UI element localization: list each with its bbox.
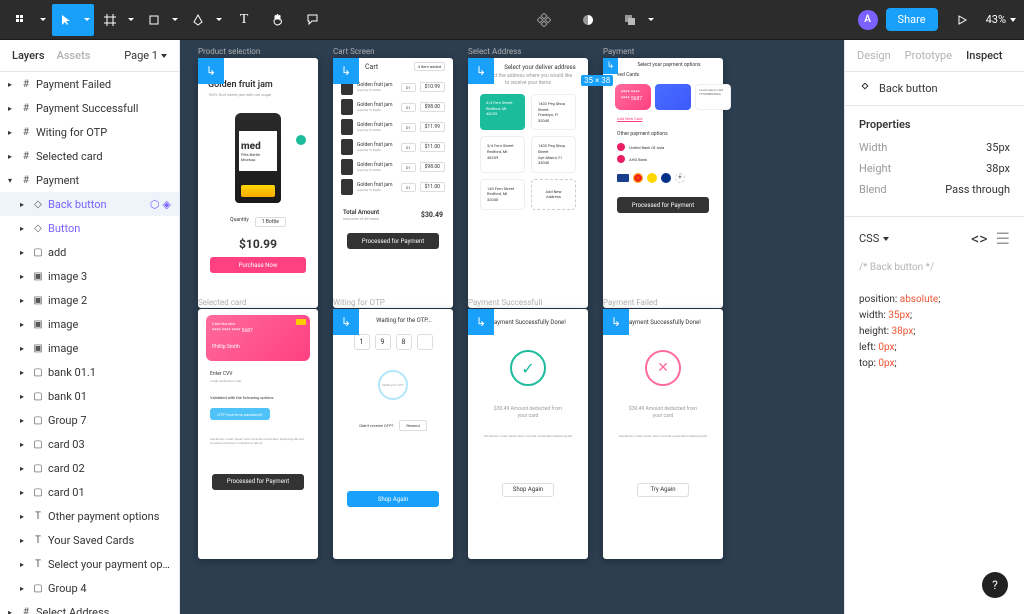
shop-button[interactable]: Shop Again	[347, 491, 439, 507]
user-avatar[interactable]: A	[858, 10, 878, 30]
layer-row[interactable]: ▸#Witing for OTP	[0, 120, 179, 144]
frame-product[interactable]: ↳ Golden fruit jam 100% fruit sweet jam …	[198, 58, 318, 308]
boolean-icon[interactable]	[616, 4, 658, 36]
payment-button[interactable]: Processed for Payment	[347, 233, 439, 249]
layer-row[interactable]: ▸▢card 02	[0, 456, 179, 480]
shape-tool[interactable]	[140, 4, 182, 36]
hand-tool[interactable]	[262, 4, 294, 36]
payment-button[interactable]: Processed for Payment	[617, 197, 709, 213]
layer-row[interactable]: ▾#Payment	[0, 168, 179, 192]
frame-label[interactable]: Cart Screen	[333, 47, 375, 56]
layer-row[interactable]: ▸▢bank 01	[0, 384, 179, 408]
code-view-icon[interactable]: <>	[971, 229, 988, 248]
layer-row[interactable]: ▸#Selected card	[0, 144, 179, 168]
frame-label[interactable]: Payment Failed	[603, 298, 658, 307]
menu-button[interactable]	[8, 4, 50, 36]
frame-success[interactable]: ↳ Payment Successfully Done! ✓ $30.49 Am…	[468, 309, 588, 559]
layer-row[interactable]: ▸TSelect your payment options	[0, 552, 179, 576]
comment-tool[interactable]	[296, 4, 328, 36]
purchase-button[interactable]: Purchase Now	[210, 257, 306, 273]
share-button[interactable]: Share	[886, 8, 938, 31]
frame-otp[interactable]: ↳ Waiting for the OTP... 198 Waiting for…	[333, 309, 453, 559]
layer-row[interactable]: ▸TYour Saved Cards	[0, 528, 179, 552]
layer-row[interactable]: ▸TOther payment options	[0, 504, 179, 528]
mask-icon[interactable]	[572, 4, 604, 36]
frame-payment[interactable]: ↳ 35 × 38 Select your payment options ve…	[603, 58, 723, 308]
back-button-icon[interactable]: ↳	[468, 58, 494, 84]
layer-row[interactable]: ▸▢card 01	[0, 480, 179, 504]
layer-row[interactable]: ▸#Payment Failed	[0, 72, 179, 96]
layer-row[interactable]: ▸▣image	[0, 312, 179, 336]
layer-row[interactable]: ▸▢add	[0, 240, 179, 264]
payment-button[interactable]: Processed for Payment	[212, 474, 304, 490]
inspect-tab[interactable]: Inspect	[966, 49, 1002, 62]
page-selector[interactable]: Page 1	[124, 49, 167, 62]
try-button[interactable]: Try Again	[637, 483, 689, 497]
selection-header: Back button	[845, 72, 1024, 106]
main-toolbar: T A Share 43%	[0, 0, 1024, 40]
resend-button[interactable]: Resend	[399, 420, 426, 431]
move-tool[interactable]	[52, 4, 94, 36]
back-button-icon[interactable]: ↳	[198, 58, 224, 84]
canvas[interactable]: Product selection ↳ Golden fruit jam 100…	[180, 40, 844, 614]
assets-tab[interactable]: Assets	[57, 49, 91, 62]
pen-tool[interactable]	[184, 4, 226, 36]
frame-label[interactable]: Select Address	[468, 47, 521, 56]
properties-title: Properties	[859, 118, 1010, 131]
layer-row[interactable]: ▸▢Group 7	[0, 408, 179, 432]
otp-button[interactable]: OTP (one time password)	[210, 408, 270, 420]
frame-label[interactable]: Product selection	[198, 47, 260, 56]
left-panel: Layers Assets Page 1 ▸#Payment Failed▸#P…	[0, 40, 180, 614]
layer-row[interactable]: ▸#Payment Successfull	[0, 96, 179, 120]
layers-list: ▸#Payment Failed▸#Payment Successfull▸#W…	[0, 72, 179, 614]
frame-label[interactable]: Witing for OTP	[333, 298, 385, 307]
zoom-level[interactable]: 43%	[986, 13, 1016, 26]
frame-failed[interactable]: ↳ Payment Successfully Done! ✕ $30.49 Am…	[603, 309, 723, 559]
frame-label[interactable]: Payment Successfull	[468, 298, 542, 307]
layer-row[interactable]: ▸#Select Address	[0, 600, 179, 614]
back-button-icon[interactable]: ↳	[333, 309, 359, 335]
layer-row[interactable]: ▸▢card 03	[0, 432, 179, 456]
present-button[interactable]	[946, 4, 978, 36]
shop-button[interactable]: Shop Again	[502, 483, 554, 497]
help-button[interactable]: ?	[982, 572, 1008, 598]
design-tab[interactable]: Design	[857, 49, 891, 62]
back-button-icon[interactable]: ↳	[333, 58, 359, 84]
prototype-tab[interactable]: Prototype	[905, 49, 952, 62]
layer-row[interactable]: ▸▢bank 01.1	[0, 360, 179, 384]
css-dropdown[interactable]: CSS	[859, 232, 889, 245]
back-button-icon[interactable]: ↳	[468, 309, 494, 335]
layer-row[interactable]: ▸◇Button	[0, 216, 179, 240]
layer-row[interactable]: ▸▢Group 4	[0, 576, 179, 600]
layers-tab[interactable]: Layers	[12, 49, 45, 62]
frame-selected[interactable]: Card Number **** **** **** 5687 Phillip …	[198, 309, 318, 559]
frame-label[interactable]: Payment	[603, 47, 634, 56]
layer-row[interactable]: ▸◇Back button⬡◈	[0, 192, 179, 216]
layer-row[interactable]: ▸▣image 2	[0, 288, 179, 312]
back-button-icon[interactable]: ↳	[603, 309, 629, 335]
frame-address[interactable]: ↳ Select your deliver address Select the…	[468, 58, 588, 308]
frame-label[interactable]: Selected card	[198, 298, 246, 307]
text-tool[interactable]: T	[228, 4, 260, 36]
frame-cart[interactable]: ↳ Cart 4 Item added Golden fruit jamQuan…	[333, 58, 453, 308]
frame-tool[interactable]	[96, 4, 138, 36]
selection-badge: 35 × 38	[581, 75, 613, 86]
layer-row[interactable]: ▸▣image	[0, 336, 179, 360]
component-icon[interactable]	[528, 4, 560, 36]
back-button-selected[interactable]: ↳	[603, 58, 618, 74]
layer-row[interactable]: ▸▣image 3	[0, 264, 179, 288]
right-panel: Design Prototype Inspect Back button Pro…	[844, 40, 1024, 614]
list-view-icon[interactable]: ☰	[996, 229, 1010, 248]
css-code: /* Back button */ position: absolute;wid…	[859, 260, 1010, 372]
